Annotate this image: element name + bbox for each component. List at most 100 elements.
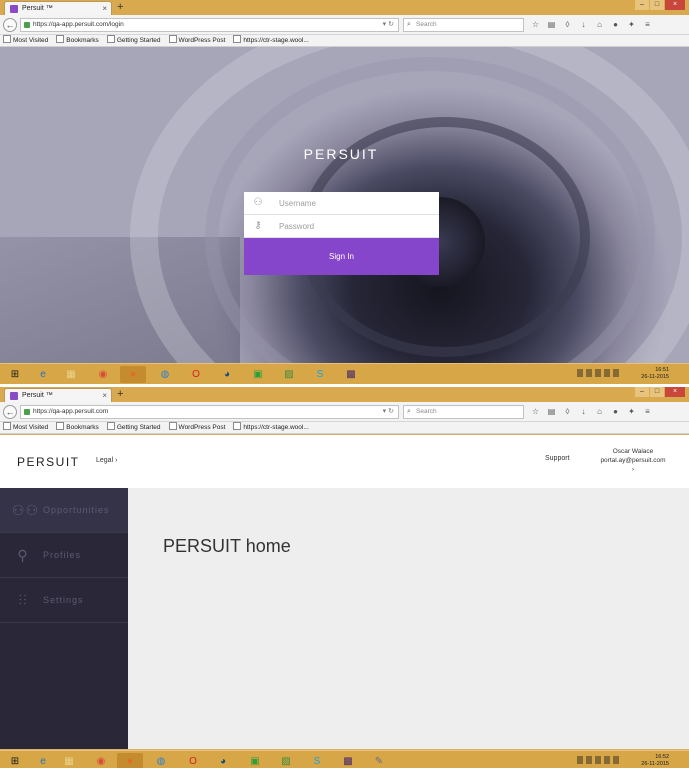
reading-list-icon[interactable]: ▤ bbox=[546, 406, 557, 417]
opera-icon[interactable]: O bbox=[180, 753, 206, 768]
legal-link[interactable]: Legal › bbox=[96, 457, 117, 464]
extension-icon[interactable]: ✦ bbox=[626, 19, 637, 30]
browser-titlebar: Persuit ™ × + – □ × bbox=[0, 0, 689, 15]
home-icon[interactable]: ⌂ bbox=[594, 19, 605, 30]
chrome-icon[interactable]: ◉ bbox=[90, 366, 116, 383]
bookmark-item[interactable]: WordPress Post bbox=[169, 35, 226, 46]
menu-icon[interactable]: ≡ bbox=[642, 19, 653, 30]
chat-app-icon[interactable]: ◕ bbox=[210, 753, 236, 768]
skype-icon[interactable]: S bbox=[307, 366, 333, 383]
chat-icon[interactable]: ● bbox=[610, 19, 621, 30]
internet-explorer-icon[interactable]: e bbox=[30, 753, 56, 768]
extension-icon[interactable]: ✦ bbox=[626, 406, 637, 417]
minimize-icon[interactable]: – bbox=[635, 0, 649, 10]
notes-icon[interactable]: ▣ bbox=[245, 366, 271, 383]
new-tab-button[interactable]: + bbox=[117, 0, 123, 14]
chrome-icon[interactable]: ◉ bbox=[88, 753, 114, 768]
tray-icon[interactable] bbox=[577, 756, 583, 764]
tray-icon[interactable] bbox=[586, 756, 592, 764]
reading-list-icon[interactable]: ▤ bbox=[546, 19, 557, 30]
skype-icon[interactable]: S bbox=[304, 753, 330, 768]
close-window-icon[interactable]: × bbox=[665, 0, 685, 10]
bookmark-item[interactable]: Most Visited bbox=[3, 35, 48, 46]
download-icon[interactable]: ↓ bbox=[578, 406, 589, 417]
start-icon[interactable]: ⊞ bbox=[2, 366, 28, 383]
close-tab-icon[interactable]: × bbox=[102, 2, 107, 15]
start-icon[interactable]: ⊞ bbox=[2, 753, 28, 768]
firefox-icon[interactable]: ● bbox=[120, 366, 146, 383]
sign-in-button[interactable]: Sign In bbox=[244, 238, 439, 275]
app-icon[interactable]: ▩ bbox=[335, 753, 361, 768]
notes-icon[interactable]: ▣ bbox=[242, 753, 268, 768]
new-tab-button[interactable]: + bbox=[117, 387, 123, 401]
bookmark-item[interactable]: Bookmarks bbox=[56, 422, 99, 433]
close-tab-icon[interactable]: × bbox=[102, 389, 107, 402]
search-value: Search bbox=[416, 408, 437, 415]
tray-icon[interactable] bbox=[586, 369, 592, 377]
bookmark-item[interactable]: https://ctr-stage.wool... bbox=[233, 35, 308, 46]
search-input[interactable]: ⌕ Search bbox=[403, 405, 524, 419]
sidebar-item-opportunities[interactable]: ⚇⚇ Opportunities bbox=[0, 488, 128, 533]
paint-icon[interactable]: ✎ bbox=[366, 753, 392, 768]
browser-tab[interactable]: Persuit ™ × bbox=[4, 388, 112, 402]
bookmark-item[interactable]: Bookmarks bbox=[56, 35, 99, 46]
browser-tab[interactable]: Persuit ™ × bbox=[4, 1, 112, 15]
app-icon[interactable]: ▩ bbox=[338, 366, 364, 383]
window-controls: – □ × bbox=[635, 0, 685, 11]
back-button-icon[interactable]: ← bbox=[3, 18, 17, 32]
support-link[interactable]: Support bbox=[545, 455, 570, 462]
bookmark-item[interactable]: Most Visited bbox=[3, 422, 48, 433]
user-icon: ⚇ bbox=[253, 197, 263, 208]
bookmark-item[interactable]: https://ctr-stage.wool... bbox=[233, 422, 308, 433]
file-explorer-icon[interactable]: ▦ bbox=[56, 753, 82, 768]
maximize-icon[interactable]: □ bbox=[650, 387, 664, 397]
image-viewer-icon[interactable]: ▨ bbox=[273, 753, 299, 768]
chat-app-icon[interactable]: ◕ bbox=[214, 366, 240, 383]
pocket-icon[interactable]: ◊ bbox=[562, 19, 573, 30]
clock[interactable]: 16:51 26-11-2015 bbox=[641, 367, 669, 381]
brand-logo[interactable]: PERSUIT bbox=[17, 455, 80, 469]
chat-icon[interactable]: ● bbox=[610, 406, 621, 417]
tray-icon[interactable] bbox=[595, 756, 601, 764]
back-button-icon[interactable]: ← bbox=[3, 405, 17, 419]
sidebar-item-settings[interactable]: ⫶⫶ Settings bbox=[0, 578, 128, 623]
username-field[interactable]: ⚇ Username bbox=[244, 192, 439, 215]
pocket-icon[interactable]: ◊ bbox=[562, 406, 573, 417]
image-viewer-icon[interactable]: ▨ bbox=[276, 366, 302, 383]
clock[interactable]: 16:52 26-11-2015 bbox=[641, 754, 669, 768]
bookmark-item[interactable]: Getting Started bbox=[107, 422, 161, 433]
home-icon[interactable]: ⌂ bbox=[594, 406, 605, 417]
minimize-icon[interactable]: – bbox=[635, 387, 649, 397]
network-globe-icon[interactable]: ◍ bbox=[152, 366, 178, 383]
reload-icon[interactable]: ▾ ↻ bbox=[383, 406, 394, 418]
bookmark-item[interactable]: WordPress Post bbox=[169, 422, 226, 433]
tray-icon[interactable] bbox=[613, 369, 619, 377]
bookmark-star-icon[interactable]: ☆ bbox=[530, 406, 541, 417]
maximize-icon[interactable]: □ bbox=[650, 0, 664, 10]
tray-icon[interactable] bbox=[595, 369, 601, 377]
main-content: PERSUIT home bbox=[128, 488, 689, 749]
sliders-icon: ⫶⫶ bbox=[18, 592, 28, 608]
internet-explorer-icon[interactable]: e bbox=[30, 366, 56, 383]
tray-icon[interactable] bbox=[613, 756, 619, 764]
tray-icon[interactable] bbox=[577, 369, 583, 377]
sidebar-item-profiles[interactable]: ⚲ Profiles bbox=[0, 533, 128, 578]
opera-icon[interactable]: O bbox=[183, 366, 209, 383]
firefox-icon[interactable]: ● bbox=[117, 753, 143, 768]
bookmark-item[interactable]: Getting Started bbox=[107, 35, 161, 46]
search-input[interactable]: ⌕ Search bbox=[403, 18, 524, 32]
menu-icon[interactable]: ≡ bbox=[642, 406, 653, 417]
close-window-icon[interactable]: × bbox=[665, 387, 685, 397]
address-bar[interactable]: https://qa-app.persuit.com/login ▾ ↻ bbox=[20, 18, 399, 32]
address-bar[interactable]: https://qa-app.persuit.com ▾ ↻ bbox=[20, 405, 399, 419]
password-field[interactable]: ⚷ Password bbox=[244, 215, 439, 238]
tray-icon[interactable] bbox=[604, 369, 610, 377]
network-globe-icon[interactable]: ◍ bbox=[148, 753, 174, 768]
bookmark-star-icon[interactable]: ☆ bbox=[530, 19, 541, 30]
user-menu[interactable]: Oscar Walace portal.ay@persuit.com › bbox=[598, 447, 668, 474]
file-explorer-icon[interactable]: ▦ bbox=[58, 366, 84, 383]
tray-icon[interactable] bbox=[604, 756, 610, 764]
page-title: PERSUIT home bbox=[163, 536, 291, 556]
reload-icon[interactable]: ▾ ↻ bbox=[383, 19, 394, 31]
download-icon[interactable]: ↓ bbox=[578, 19, 589, 30]
